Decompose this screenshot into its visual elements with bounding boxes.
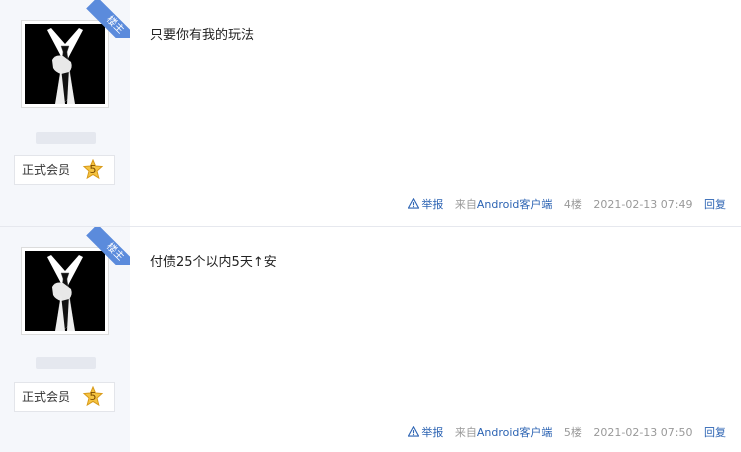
- warning-triangle-icon: [408, 426, 420, 437]
- floor-number: 4楼: [563, 198, 582, 211]
- member-badge: 正式会员 5: [14, 382, 115, 412]
- client-link[interactable]: Android客户端: [477, 198, 553, 211]
- op-ribbon: 楼主: [86, 0, 130, 38]
- client-info: 来自Android客户端: [455, 198, 553, 211]
- star-badge-icon: 5: [82, 385, 104, 408]
- author-sidebar: 正式会员 5 楼主: [0, 227, 130, 452]
- client-link[interactable]: Android客户端: [477, 426, 553, 439]
- client-info: 来自Android客户端: [455, 426, 553, 439]
- level-number: 5: [89, 163, 97, 176]
- username-blurred[interactable]: [36, 132, 96, 144]
- post-content: 只要你有我的玩法 举报 来自Android客户端 4楼 2021-02-13 0…: [130, 0, 741, 226]
- post-meta: 举报 来自Android客户端 4楼 2021-02-13 07:49 回复: [408, 196, 726, 212]
- post-item: 正式会员 5 楼主 付债25个以内5天↑安 举报 来自Android客户端 5楼…: [0, 227, 741, 452]
- op-ribbon-label: 楼主: [86, 0, 130, 38]
- member-label: 正式会员: [22, 390, 71, 404]
- report-button[interactable]: 举报: [408, 426, 447, 439]
- warning-triangle-icon: [408, 198, 420, 209]
- op-ribbon-label: 楼主: [86, 227, 130, 265]
- report-label: 举报: [421, 198, 444, 211]
- level-number: 5: [89, 390, 97, 403]
- post-list: 正式会员 5 楼主 只要你有我的玩法 举报 来自Android客户端 4楼 20…: [0, 0, 741, 452]
- op-ribbon: 楼主: [86, 227, 130, 265]
- username-blurred[interactable]: [36, 357, 96, 369]
- post-text: 付债25个以内5天↑安: [150, 255, 277, 270]
- reply-button[interactable]: 回复: [704, 426, 726, 439]
- post-time: 2021-02-13 07:50: [593, 426, 693, 439]
- post-item: 正式会员 5 楼主 只要你有我的玩法 举报 来自Android客户端 4楼 20…: [0, 0, 741, 226]
- client-prefix: 来自: [454, 426, 477, 439]
- author-sidebar: 正式会员 5 楼主: [0, 0, 130, 226]
- post-meta: 举报 来自Android客户端 5楼 2021-02-13 07:50 回复: [408, 424, 726, 440]
- reply-button[interactable]: 回复: [704, 198, 726, 211]
- member-label: 正式会员: [22, 163, 71, 177]
- floor-number: 5楼: [563, 426, 582, 439]
- post-time: 2021-02-13 07:49: [593, 198, 693, 211]
- post-text: 只要你有我的玩法: [150, 28, 255, 43]
- post-content: 付债25个以内5天↑安 举报 来自Android客户端 5楼 2021-02-1…: [130, 227, 741, 452]
- client-prefix: 来自: [454, 198, 477, 211]
- star-badge-icon: 5: [82, 158, 104, 181]
- report-button[interactable]: 举报: [408, 198, 447, 211]
- report-label: 举报: [421, 426, 444, 439]
- member-badge: 正式会员 5: [14, 155, 115, 185]
